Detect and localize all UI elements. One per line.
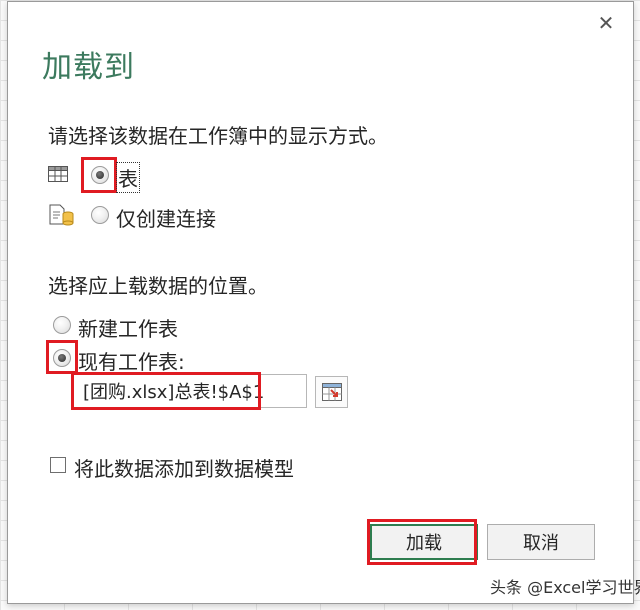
watermark: 头条 @Excel学习世界 <box>490 578 640 597</box>
existing-worksheet-radio-highlight <box>46 340 78 374</box>
range-select-button[interactable] <box>315 376 348 408</box>
close-icon: ✕ <box>597 11 615 35</box>
location-input-highlight <box>71 372 261 410</box>
table-radio-highlight <box>81 157 117 193</box>
connection-only-radio[interactable] <box>91 206 109 224</box>
data-model-label[interactable]: 将此数据添加到数据模型 <box>74 453 294 482</box>
location-prompt: 选择应上载数据的位置。 <box>48 274 268 298</box>
table-option-label[interactable]: 表 <box>116 162 140 193</box>
close-button[interactable]: ✕ <box>593 10 619 36</box>
data-model-checkbox[interactable] <box>50 457 66 473</box>
existing-worksheet-label[interactable]: 现有工作表: <box>78 346 185 375</box>
connection-only-icon <box>49 204 74 226</box>
new-worksheet-label[interactable]: 新建工作表 <box>78 313 178 342</box>
range-select-icon <box>321 383 342 401</box>
display-mode-prompt: 请选择该数据在工作簿中的显示方式。 <box>48 124 388 148</box>
load-to-dialog <box>7 1 634 604</box>
cancel-button[interactable]: 取消 <box>487 524 595 560</box>
table-icon <box>48 166 68 182</box>
connection-only-label[interactable]: 仅创建连接 <box>116 203 216 232</box>
new-worksheet-radio[interactable] <box>53 316 71 334</box>
load-button-highlight <box>367 519 477 565</box>
dialog-title: 加载到 <box>42 50 135 85</box>
